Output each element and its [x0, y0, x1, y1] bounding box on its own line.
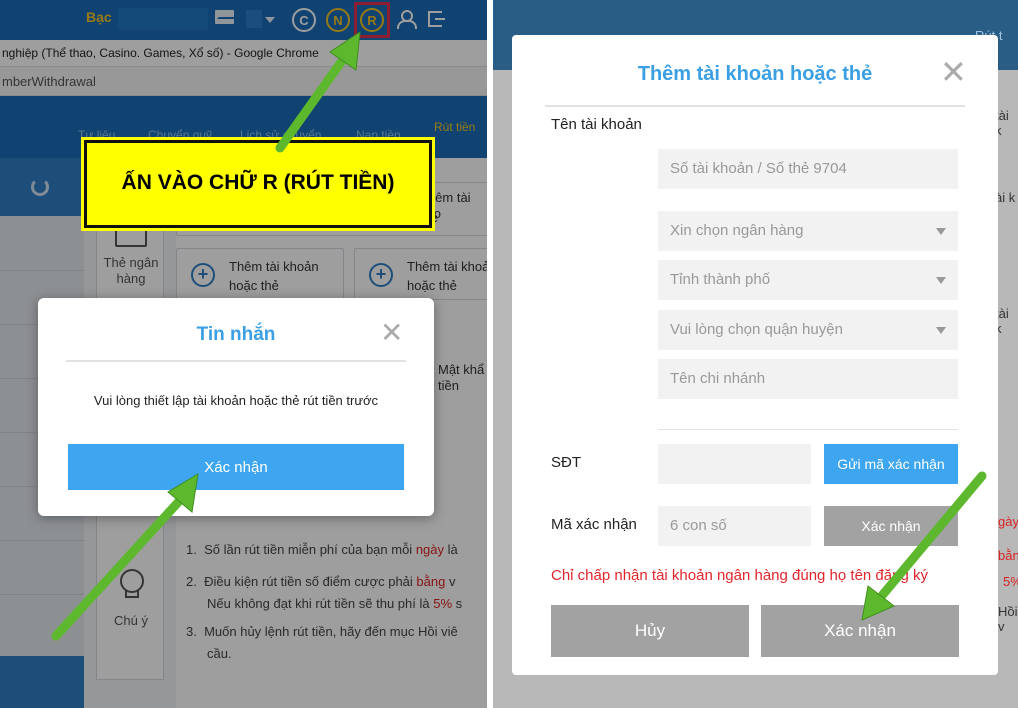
close-icon[interactable]: ✕ — [380, 316, 403, 349]
send-code-button[interactable]: Gửi mã xác nhận — [824, 444, 958, 484]
add-account-dialog: Thêm tài khoản hoặc thẻ ✕ Tên tài khoản … — [512, 35, 998, 675]
account-name-label: Tên tài khoản — [551, 116, 642, 133]
bg-fragment: tài k — [995, 108, 1009, 138]
district-select-text: Vui lòng chọn quận huyện — [670, 321, 843, 338]
left-screenshot: Bạc C N R nghiệp (Thể thao, Casino. Game… — [0, 0, 487, 708]
bg-fragment: bằng — [998, 548, 1018, 563]
code-field[interactable]: 6 con số — [658, 506, 811, 546]
branch-name-field[interactable]: Tên chi nhánh — [658, 359, 958, 399]
bg-fragment: tài k — [995, 306, 1009, 336]
right-screenshot: Rút t tài k ài k tài k gày bằng 5% Hồi v… — [493, 0, 1018, 708]
callout-text: ẤN VÀO CHỮ R (RÚT TIỀN) — [121, 171, 395, 194]
city-select[interactable]: Tỉnh thành phố — [658, 260, 958, 300]
bg-fragment: gày — [998, 514, 1018, 529]
bank-select-text: Xin chọn ngân hàng — [670, 222, 804, 239]
dialog-title: Tin nhắn — [196, 324, 276, 345]
dialog-divider — [545, 105, 965, 107]
phone-label: SĐT — [551, 454, 581, 471]
account-number-field[interactable]: Số tài khoản / Số thẻ 9704 — [658, 149, 958, 189]
bank-select[interactable]: Xin chọn ngân hàng — [658, 211, 958, 251]
verify-code-button[interactable]: Xác nhận — [824, 506, 958, 546]
city-select-text: Tỉnh thành phố — [670, 271, 771, 288]
cancel-button[interactable]: Hủy — [551, 605, 749, 657]
chevron-down-icon — [936, 277, 946, 284]
section-divider — [658, 429, 958, 430]
name-match-warning: Chỉ chấp nhận tài khoản ngân hàng đúng h… — [551, 567, 928, 584]
close-icon[interactable]: ✕ — [940, 53, 967, 91]
chevron-down-icon — [936, 327, 946, 334]
instruction-callout: ẤN VÀO CHỮ R (RÚT TIỀN) — [84, 140, 432, 228]
bg-fragment: Hồi v — [998, 604, 1018, 634]
message-dialog: Tin nhắn ✕ Vui lòng thiết lập tài khoản … — [38, 298, 434, 516]
phone-field[interactable] — [658, 444, 811, 484]
district-select[interactable]: Vui lòng chọn quận huyện — [658, 310, 958, 350]
bg-fragment: ài k — [995, 190, 1016, 205]
bg-fragment: 5% — [1003, 574, 1018, 589]
submit-button[interactable]: Xác nhận — [761, 605, 959, 657]
dialog-message: Vui lòng thiết lập tài khoản hoặc thẻ rú… — [93, 393, 379, 408]
dialog-title: Thêm tài khoản hoặc thẻ — [637, 63, 873, 85]
confirm-button[interactable]: Xác nhận — [68, 444, 404, 490]
chevron-down-icon — [936, 228, 946, 235]
dialog-divider — [66, 360, 406, 362]
code-label: Mã xác nhận — [551, 516, 637, 533]
